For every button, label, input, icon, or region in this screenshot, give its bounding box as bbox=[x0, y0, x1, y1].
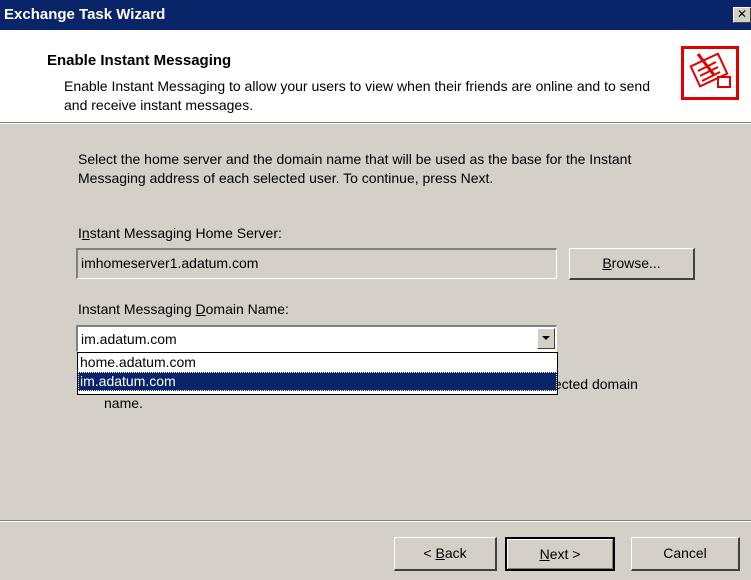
domain-name-combobox[interactable]: im.adatum.com bbox=[76, 325, 557, 352]
page-title: Enable Instant Messaging bbox=[47, 52, 232, 69]
home-server-label: Instant Messaging Home Server: bbox=[78, 225, 282, 241]
dropdown-option-home[interactable]: home.adatum.com bbox=[78, 353, 557, 372]
close-button[interactable]: ✕ bbox=[733, 7, 751, 23]
window-title: Exchange Task Wizard bbox=[4, 6, 166, 23]
dropdown-option-im[interactable]: im.adatum.com bbox=[78, 372, 557, 391]
header-divider bbox=[0, 123, 751, 124]
next-button[interactable]: Next > bbox=[505, 537, 615, 571]
domain-name-label: Instant Messaging Domain Name: bbox=[78, 301, 289, 317]
wizard-task-icon bbox=[681, 46, 739, 100]
page-description: Enable Instant Messaging to allow your u… bbox=[64, 78, 651, 113]
home-server-field[interactable]: imhomeserver1.adatum.com bbox=[76, 248, 557, 279]
browse-button[interactable]: Browse... bbox=[569, 248, 695, 280]
footer-divider-highlight bbox=[0, 521, 751, 522]
wizard-header: Enable Instant Messaging Enable Instant … bbox=[0, 30, 751, 123]
instructions-text: Select the home server and the domain na… bbox=[78, 151, 632, 186]
domain-name-value: im.adatum.com bbox=[81, 331, 177, 347]
title-bar[interactable]: Exchange Task Wizard ✕ bbox=[0, 0, 751, 30]
back-button[interactable]: < Back bbox=[394, 537, 497, 571]
chevron-down-icon[interactable] bbox=[537, 328, 555, 349]
domain-dropdown-list[interactable]: home.adatum.com im.adatum.com bbox=[77, 352, 558, 395]
home-server-value: imhomeserver1.adatum.com bbox=[81, 255, 259, 271]
cancel-button[interactable]: Cancel bbox=[631, 537, 740, 571]
